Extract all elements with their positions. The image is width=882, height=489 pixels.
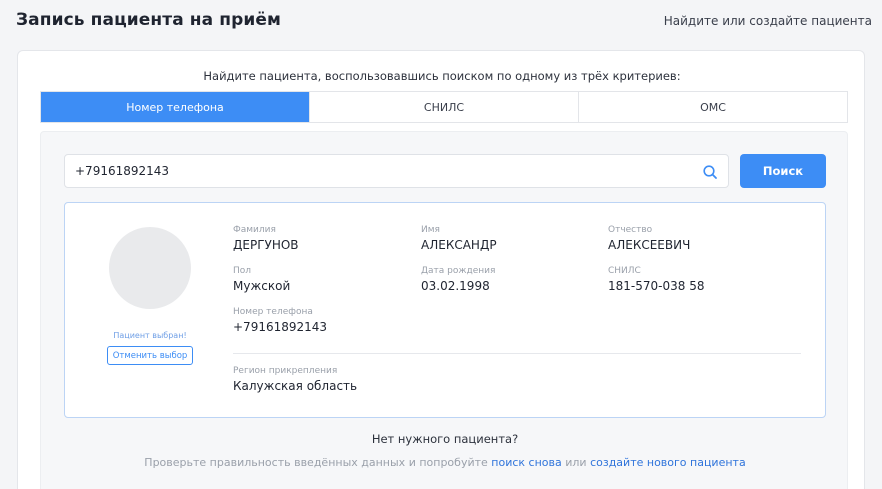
- search-field: [64, 154, 729, 188]
- region-label: Регион прикрепления: [233, 366, 338, 376]
- avatar: [109, 227, 191, 309]
- tab-oms[interactable]: ОМС: [579, 92, 847, 122]
- search-panel: Поиск Пациент выбран! Отменить выбор Фам…: [40, 131, 848, 489]
- field-surname: Фамилия ДЕРГУНОВ: [233, 225, 299, 252]
- birth-date-label: Дата рождения: [421, 266, 496, 276]
- no-patient-title: Нет нужного пациента?: [371, 432, 519, 446]
- field-patronymic: Отчество АЛЕКСЕЕВИЧ: [608, 225, 690, 252]
- search-again-link[interactable]: поиск снова: [491, 456, 561, 469]
- sex-value: Мужской: [233, 279, 291, 293]
- footer-text-middle: или: [565, 456, 587, 469]
- tab-phone-number[interactable]: Номер телефона: [41, 92, 310, 122]
- phone-label: Номер телефона: [233, 307, 313, 317]
- phone-value: +79161892143: [233, 320, 328, 334]
- search-criteria-tabs: Номер телефона СНИЛС ОМС: [40, 91, 848, 123]
- region-value: Калужская область: [233, 379, 358, 393]
- field-phone: Номер телефона +79161892143: [233, 307, 327, 334]
- page-header: Запись пациента на приём Найдите или соз…: [0, 0, 882, 40]
- no-patient-text: Проверьте правильность введённых данных …: [41, 456, 849, 469]
- field-name: Имя АЛЕКСАНДР: [421, 225, 497, 252]
- tab-snils[interactable]: СНИЛС: [310, 92, 579, 122]
- surname-value: ДЕРГУНОВ: [233, 238, 299, 252]
- cancel-selection-button[interactable]: Отменить выбор: [107, 346, 193, 365]
- field-birth-date: Дата рождения 03.02.1998: [421, 266, 495, 293]
- search-input[interactable]: [75, 155, 685, 187]
- search-button[interactable]: Поиск: [740, 154, 826, 188]
- search-instruction: Найдите пациента, воспользовавшись поиск…: [203, 69, 681, 83]
- surname-label: Фамилия: [233, 225, 276, 235]
- field-region: Регион прикрепления Калужская область: [233, 366, 357, 393]
- patient-card: Пациент выбран! Отменить выбор Фамилия Д…: [64, 202, 826, 418]
- patient-search-card: Найдите пациента, воспользовавшись поиск…: [17, 50, 865, 489]
- field-snils: СНИЛС 181-570-038 58: [608, 266, 704, 293]
- patient-selected-note: Пациент выбран!: [113, 331, 187, 340]
- name-value: АЛЕКСАНДР: [421, 238, 497, 252]
- patronymic-label: Отчество: [608, 225, 653, 235]
- sex-label: Пол: [233, 266, 252, 276]
- patronymic-value: АЛЕКСЕЕВИЧ: [608, 238, 691, 252]
- find-or-create-patient-text: Найдите или создайте пациента: [663, 14, 872, 28]
- create-patient-link[interactable]: создайте нового пациента: [590, 456, 746, 469]
- birth-date-value: 03.02.1998: [421, 279, 490, 293]
- field-sex: Пол Мужской: [233, 266, 290, 293]
- snils-value: 181-570-038 58: [608, 279, 705, 293]
- name-label: Имя: [421, 225, 440, 235]
- search-icon[interactable]: [702, 164, 718, 180]
- snils-label: СНИЛС: [608, 266, 641, 276]
- divider: [233, 353, 801, 354]
- page-title: Запись пациента на приём: [16, 10, 281, 30]
- footer-text-before: Проверьте правильность введённых данных …: [144, 456, 488, 469]
